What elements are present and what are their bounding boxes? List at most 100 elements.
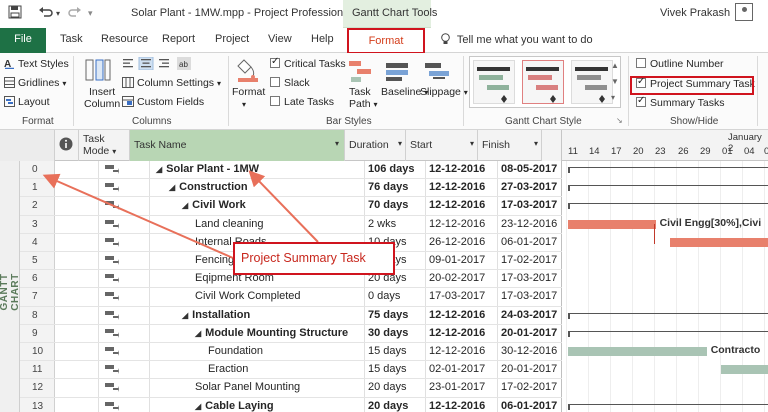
task-name-cell[interactable]: ◢ Construction [150,179,365,197]
duration-cell[interactable]: 15 days [365,361,426,379]
table-row[interactable]: 7 Civil Work Completed 0 days 17-03-2017 17-… [20,288,562,307]
tab-project[interactable]: Project [215,33,249,45]
slack-check[interactable] [270,77,280,87]
finish-column-header[interactable]: Finish ▾ [478,130,542,161]
gallery-more-icon[interactable]: ▾ [611,93,615,102]
gallery-scroll-up-icon[interactable]: ▲ [611,61,619,70]
row-id[interactable]: 8 [20,306,55,324]
text-styles-button[interactable]: A Text Styles [4,58,69,70]
finish-cell[interactable]: 06-01-2017 [498,397,562,412]
start-cell[interactable]: 12-12-2016 [426,197,498,215]
task-name-cell[interactable]: Land cleaning [150,215,365,233]
row-id[interactable]: 1 [20,179,55,197]
task-name-cell[interactable]: ◢ Solar Plant - 1MW [150,161,365,179]
task-bar[interactable] [721,365,768,375]
task-mode-cell[interactable] [99,161,150,179]
summary-tasks-check[interactable] [636,95,646,107]
table-row[interactable]: 1 ◢ Construction 76 days 12-12-2016 27-03-201… [20,179,562,198]
task-name-cell[interactable]: Civil Work Completed [150,288,365,306]
collapse-icon[interactable]: ◢ [182,311,188,320]
task-bar[interactable] [568,347,707,356]
collapse-icon[interactable]: ◢ [156,165,162,174]
table-row[interactable]: 11 Eraction 15 days 02-01-2017 20-01-2017 [20,361,562,380]
start-cell[interactable]: 12-12-2016 [426,324,498,342]
table-row[interactable]: 12 Solar Panel Mounting 20 days 23-01-2017 1… [20,379,562,398]
task-mode-cell[interactable] [99,306,150,324]
gantt-style-thumbnail-1[interactable] [473,60,515,104]
outline-number-check[interactable] [636,58,646,68]
duration-cell[interactable]: 20 days [365,379,426,397]
task-name-cell[interactable]: Foundation [150,343,365,361]
task-mode-cell[interactable] [99,397,150,412]
task-name-filter-icon[interactable]: ▾ [335,139,339,148]
table-row[interactable]: 0 ◢ Solar Plant - 1MW 106 days 12-12-2016 08-… [20,161,562,180]
undo-icon[interactable] [38,5,54,22]
task-name-column-header[interactable]: Task Name ▾ [130,130,345,161]
tab-resource[interactable]: Resource [101,33,148,45]
finish-cell[interactable]: 17-03-2017 [498,197,562,215]
gantt-style-thumbnail-3[interactable] [571,60,613,104]
row-id[interactable]: 5 [20,252,55,270]
row-id[interactable]: 12 [20,379,55,397]
custom-fields-button[interactable]: Custom Fields [122,96,204,108]
finish-cell[interactable]: 24-03-2017 [498,306,562,324]
outline-number-checkbox[interactable]: Outline Number [636,58,724,70]
task-mode-column-header[interactable]: Task Mode ▾ [79,130,130,161]
tell-me-box[interactable]: Tell me what you want to do [440,33,593,46]
column-settings-button[interactable]: Column Settings ▾ [122,77,221,89]
splitter[interactable] [542,130,562,161]
tab-view[interactable]: View [268,33,292,45]
start-cell[interactable]: 20-02-2017 [426,270,498,288]
undo-dropdown-icon[interactable]: ▾ [56,9,60,18]
task-mode-cell[interactable] [99,343,150,361]
gantt-style-gallery[interactable] [469,56,621,108]
finish-cell[interactable]: 06-01-2017 [498,233,562,251]
finish-cell[interactable]: 30-12-2016 [498,343,562,361]
duration-cell[interactable]: 15 days [365,343,426,361]
collapse-icon[interactable]: ◢ [169,183,175,192]
duration-cell[interactable]: 30 days [365,324,426,342]
gallery-scroll-down-icon[interactable]: ▼ [611,77,619,86]
finish-cell[interactable]: 23-12-2016 [498,215,562,233]
task-name-cell[interactable]: ◢ Cable Laying [150,397,365,412]
row-id[interactable]: 2 [20,197,55,215]
task-name-cell[interactable]: ◢ Installation [150,306,365,324]
start-cell[interactable]: 12-12-2016 [426,161,498,179]
finish-cell[interactable]: 08-05-2017 [498,161,562,179]
indicators-column-header[interactable] [55,130,79,161]
tab-task[interactable]: Task [60,33,83,45]
select-all-corner[interactable] [0,130,55,161]
task-bar-critical[interactable] [568,219,656,229]
finish-cell[interactable]: 17-03-2017 [498,288,562,306]
late-tasks-checkbox[interactable]: Late Tasks [270,96,334,108]
row-id[interactable]: 13 [20,397,55,412]
redo-icon[interactable] [68,5,82,22]
view-bar[interactable]: GANTT CHART [0,161,21,412]
start-cell[interactable]: 12-12-2016 [426,397,498,412]
task-mode-cell[interactable] [99,233,150,251]
timescale[interactable]: January 2 11 14 17 20 23 26 29 01 04 07 [562,130,768,161]
late-tasks-check[interactable] [270,96,280,106]
duration-cell[interactable]: 2 wks [365,215,426,233]
summary-bar[interactable] [568,167,768,173]
collapse-icon[interactable]: ◢ [182,201,188,210]
duration-cell[interactable]: 106 days [365,161,426,179]
critical-tasks-checkbox[interactable]: Critical Tasks [270,56,346,70]
duration-column-header[interactable]: Duration ▾ [345,130,406,161]
table-row[interactable]: 10 Foundation 15 days 12-12-2016 30-12-2016 [20,343,562,362]
start-cell[interactable]: 12-12-2016 [426,179,498,197]
insert-column-button[interactable]: Insert Column [84,86,120,110]
finish-cell[interactable]: 17-02-2017 [498,379,562,397]
user-icon[interactable] [735,3,753,21]
finish-cell[interactable]: 20-01-2017 [498,324,562,342]
table-row[interactable]: 8 ◢ Installation 75 days 12-12-2016 24-03-201… [20,306,562,325]
task-path-button[interactable]: Task Path ▾ [349,86,378,111]
task-name-cell[interactable]: Eraction [150,361,365,379]
finish-cell[interactable]: 20-01-2017 [498,361,562,379]
save-icon[interactable] [8,5,22,22]
tab-report[interactable]: Report [162,33,195,45]
start-cell[interactable]: 23-01-2017 [426,379,498,397]
tab-file[interactable]: File [0,28,46,53]
user-name[interactable]: Vivek Prakash [660,7,730,19]
duration-cell[interactable]: 70 days [365,197,426,215]
